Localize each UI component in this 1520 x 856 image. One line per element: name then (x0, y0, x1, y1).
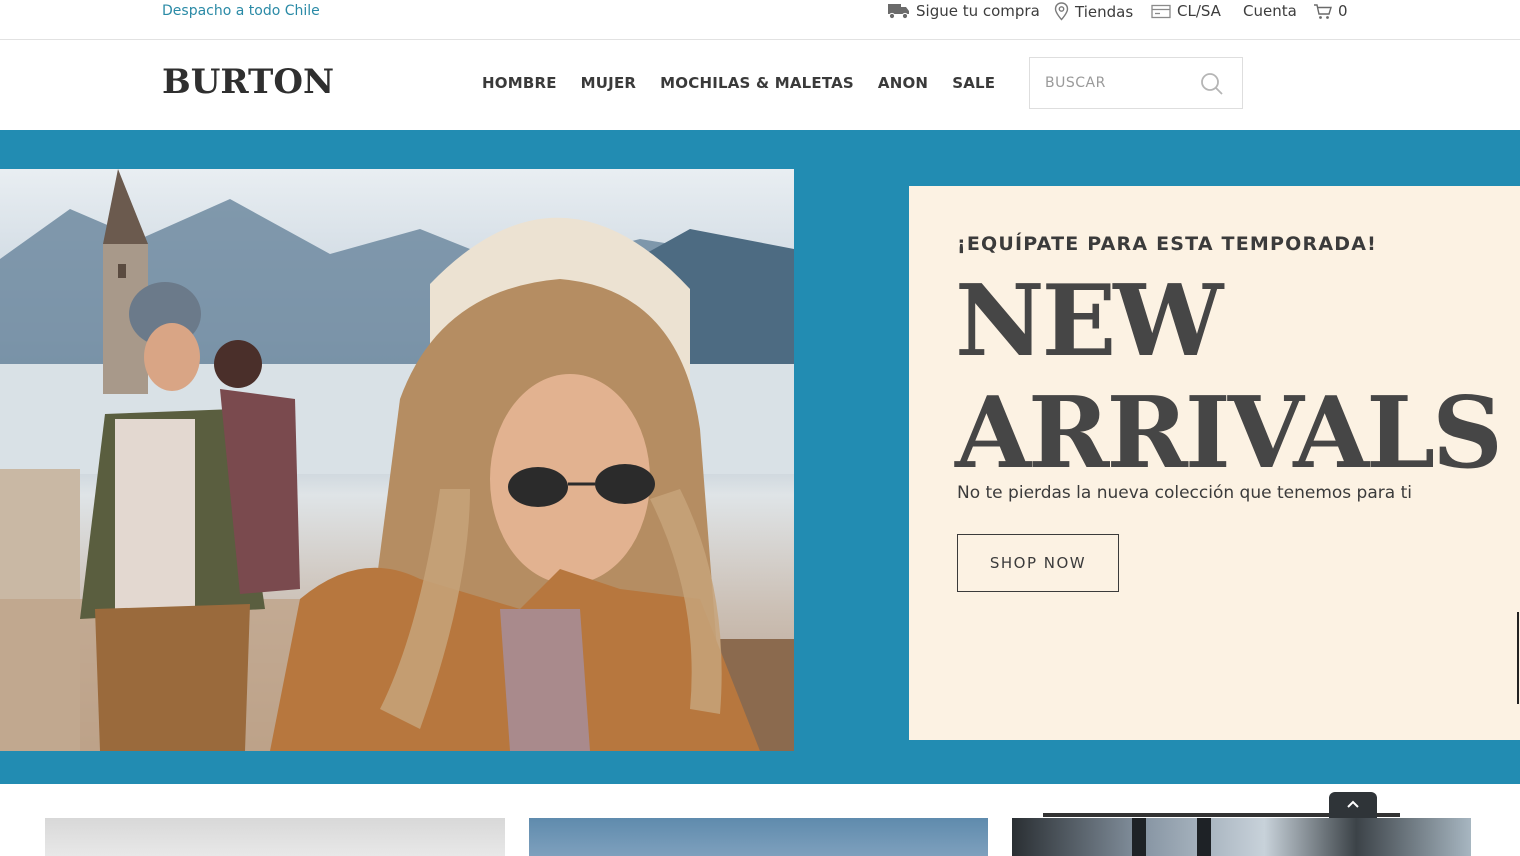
cart-icon (1313, 3, 1332, 20)
back-to-top (1043, 792, 1400, 818)
shipping-notice: Despacho a todo Chile (162, 3, 320, 19)
promo-title: NEW ARRIVALS (955, 264, 1503, 491)
main-header: BURTON HOMBRE MUJER MOCHILAS & MALETAS A… (0, 40, 1520, 130)
nav-item-anon[interactable]: ANON (878, 74, 928, 92)
nav-item-mujer[interactable]: MUJER (581, 74, 637, 92)
hero-photo (0, 169, 794, 751)
card-image-detail (1197, 818, 1211, 856)
cart-count: 0 (1338, 2, 1348, 20)
promo-kicker: ¡EQUÍPATE PARA ESTA TEMPORADA! (957, 233, 1377, 255)
shop-now-button[interactable]: SHOP NOW (957, 534, 1119, 592)
stores-label: Tiendas (1075, 2, 1134, 21)
nav-item-mochilas-maletas[interactable]: MOCHILAS & MALETAS (660, 74, 854, 92)
card-image-detail (1132, 818, 1146, 856)
burton-logo[interactable]: BURTON (162, 62, 334, 102)
cart-link[interactable]: 0 (1313, 2, 1348, 20)
id-card-icon (1151, 4, 1171, 19)
location-pin-icon (1054, 2, 1069, 21)
chevron-up-icon (1329, 800, 1377, 822)
search-input[interactable] (1045, 72, 1195, 94)
promo-panel: ¡EQUÍPATE PARA ESTA TEMPORADA! NEW ARRIV… (909, 186, 1520, 740)
region-selector[interactable]: CL/SA (1151, 2, 1221, 20)
nav-item-sale[interactable]: SALE (952, 74, 995, 92)
track-order-label: Sigue tu compra (916, 2, 1040, 20)
back-to-top-button[interactable] (1329, 792, 1377, 818)
scrollbar[interactable] (1517, 612, 1519, 704)
track-order-link[interactable]: Sigue tu compra (887, 2, 1040, 20)
top-utility-bar: Despacho a todo Chile Sigue tu compra Ti… (0, 0, 1520, 40)
account-label: Cuenta (1243, 2, 1297, 20)
hero-banner: ¡EQUÍPATE PARA ESTA TEMPORADA! NEW ARRIV… (0, 130, 1520, 784)
search-icon[interactable] (1200, 72, 1224, 100)
truck-icon (887, 2, 910, 20)
promo-title-line2: ARRIVALS (955, 376, 1503, 491)
search-box (1029, 57, 1243, 109)
category-card-3[interactable] (1012, 818, 1471, 856)
nav-item-hombre[interactable]: HOMBRE (482, 74, 557, 92)
stores-link[interactable]: Tiendas (1054, 2, 1133, 21)
promo-title-line1: NEW (955, 264, 1223, 379)
region-label: CL/SA (1177, 2, 1221, 20)
category-card-2[interactable] (529, 818, 988, 856)
account-link[interactable]: Cuenta (1243, 2, 1297, 20)
promo-subtitle: No te pierdas la nueva colección que ten… (957, 483, 1412, 503)
main-nav: HOMBRE MUJER MOCHILAS & MALETAS ANON SAL… (482, 74, 995, 92)
category-card-1[interactable] (45, 818, 505, 856)
